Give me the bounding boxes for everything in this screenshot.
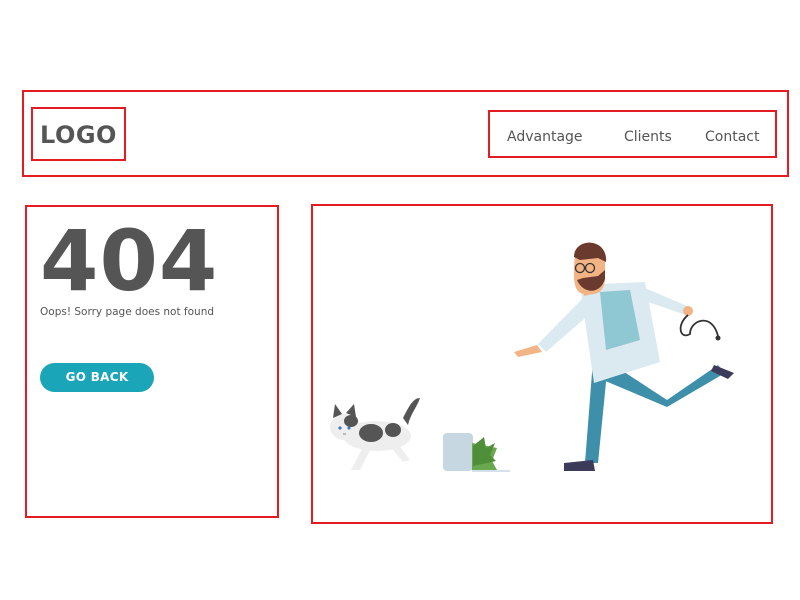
illustration [330,242,734,472]
logo[interactable]: LOGO [40,120,117,150]
error-message: Oops! Sorry page does not found [40,306,215,318]
cat-figure [330,398,420,470]
nav-item-clients[interactable]: Clients [624,128,672,146]
fallen-plant-pot [443,433,510,472]
doctor-figure [514,242,734,471]
nav-item-advantage[interactable]: Advantage [507,128,583,146]
go-back-button[interactable]: GO BACK [40,363,154,392]
error-code: 404 [40,212,219,310]
nav-item-contact[interactable]: Contact [705,128,759,146]
